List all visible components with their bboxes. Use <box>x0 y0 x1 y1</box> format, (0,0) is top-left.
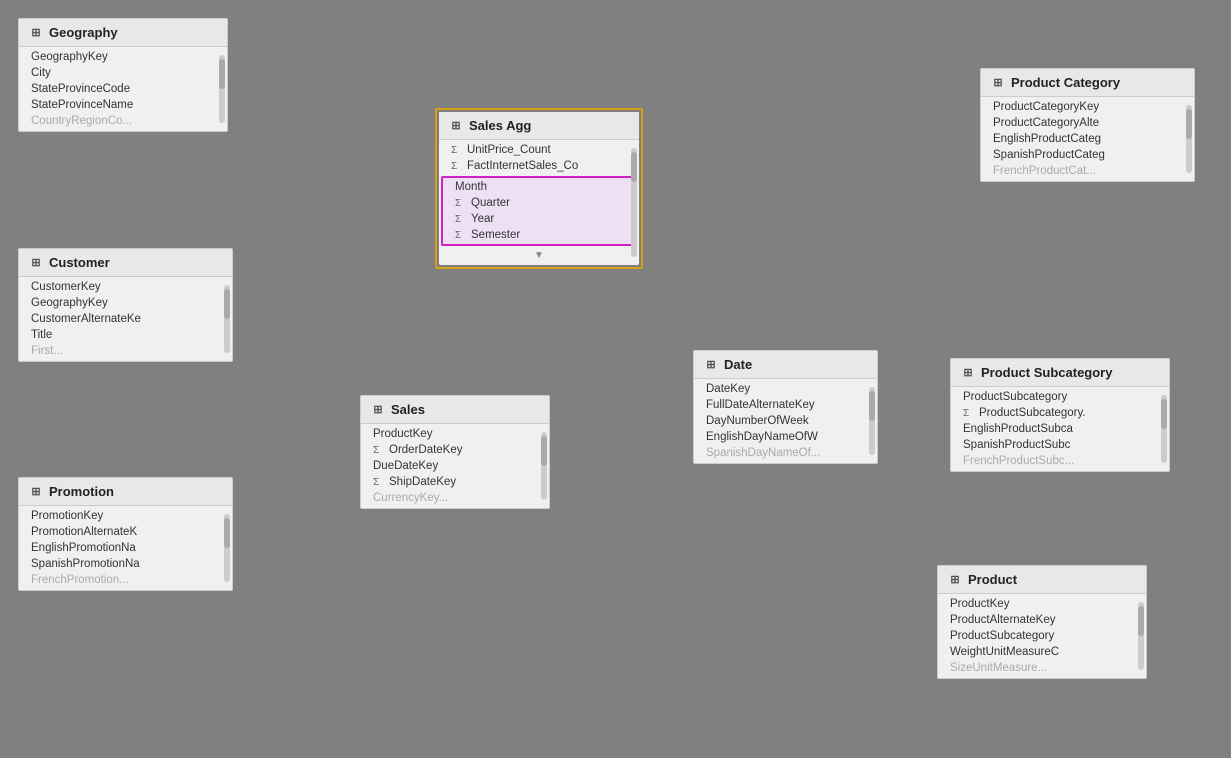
field-duedatekey: DueDateKey <box>361 458 549 474</box>
table-icon: ⊞ <box>704 358 718 372</box>
field-productkey: ProductKey <box>938 596 1146 612</box>
table-icon: ⊞ <box>948 573 962 587</box>
field-promotionkey: PromotionKey <box>19 508 232 524</box>
field-productsubcategory: ProductSubcategory <box>938 628 1146 644</box>
field-semester: Σ Semester <box>443 227 635 243</box>
table-icon: ⊞ <box>961 366 975 380</box>
customer-header: ⊞ Customer <box>19 249 232 277</box>
customer-body: CustomerKey GeographyKey CustomerAlterna… <box>19 277 232 361</box>
sales-agg-body: Σ UnitPrice_Count Σ FactInternetSales_Co… <box>439 140 639 265</box>
sigma-icon: Σ <box>451 145 463 156</box>
sales-table: ⊞ Sales ProductKey Σ OrderDateKey DueDat… <box>360 395 550 509</box>
field-productcategorykey: ProductCategoryKey <box>981 99 1194 115</box>
sigma-icon: Σ <box>455 214 467 225</box>
field-geographykey: GeographyKey <box>19 295 232 311</box>
sales-agg-header: ⊞ Sales Agg <box>439 112 639 140</box>
field-englishproductsubca: EnglishProductSubca <box>951 421 1169 437</box>
field-promotionalternate: PromotionAlternateK <box>19 524 232 540</box>
field-productsubcategoryalt: Σ ProductSubcategory. <box>951 405 1169 421</box>
sigma-icon: Σ <box>373 445 385 456</box>
geography-header: ⊞ Geography <box>19 19 227 47</box>
field-frenchpromotion: FrenchPromotion... <box>19 572 232 588</box>
geography-table: ⊞ Geography GeographyKey City StateProvi… <box>18 18 228 132</box>
product-category-body: ProductCategoryKey ProductCategoryAlte E… <box>981 97 1194 181</box>
field-weightunitmeasure: WeightUnitMeasureC <box>938 644 1146 660</box>
field-countryregion: CountryRegionCo... <box>19 113 227 129</box>
product-subcategory-table: ⊞ Product Subcategory ProductSubcategory… <box>950 358 1170 472</box>
field-frenchproductcat: FrenchProductCat... <box>981 163 1194 179</box>
field-unitprice-count: Σ UnitPrice_Count <box>439 142 639 158</box>
field-productkey: ProductKey <box>361 426 549 442</box>
field-englishpromotion: EnglishPromotionNa <box>19 540 232 556</box>
customer-table: ⊞ Customer CustomerKey GeographyKey Cust… <box>18 248 233 362</box>
date-body: DateKey FullDateAlternateKey DayNumberOf… <box>694 379 877 463</box>
promotion-table: ⊞ Promotion PromotionKey PromotionAltern… <box>18 477 233 591</box>
field-productsubcategorykey: ProductSubcategory <box>951 389 1169 405</box>
sales-body: ProductKey Σ OrderDateKey DueDateKey Σ S… <box>361 424 549 508</box>
field-shipdatekey: Σ ShipDateKey <box>361 474 549 490</box>
field-currencykey: CurrencyKey... <box>361 490 549 506</box>
product-subcategory-body: ProductSubcategory Σ ProductSubcategory.… <box>951 387 1169 471</box>
table-icon: ⊞ <box>29 256 43 270</box>
product-subcategory-header: ⊞ Product Subcategory <box>951 359 1169 387</box>
table-icon: ⊞ <box>371 403 385 417</box>
sigma-icon: Σ <box>455 230 467 241</box>
table-icon: ⊞ <box>29 26 43 40</box>
field-quarter: Σ Quarter <box>443 195 635 211</box>
product-category-table: ⊞ Product Category ProductCategoryKey Pr… <box>980 68 1195 182</box>
date-table: ⊞ Date DateKey FullDateAlternateKey DayN… <box>693 350 878 464</box>
table-icon: ⊞ <box>449 119 463 133</box>
field-fulldatealternate: FullDateAlternateKey <box>694 397 877 413</box>
product-header: ⊞ Product <box>938 566 1146 594</box>
sigma-icon: Σ <box>373 477 385 488</box>
field-orderdatekey: Σ OrderDateKey <box>361 442 549 458</box>
field-spanishpromotion: SpanishPromotionNa <box>19 556 232 572</box>
field-customerkey: CustomerKey <box>19 279 232 295</box>
field-geographykey: GeographyKey <box>19 49 227 65</box>
field-stateprovincename: StateProvinceName <box>19 97 227 113</box>
sigma-icon: Σ <box>455 198 467 209</box>
field-productalternatekey: ProductAlternateKey <box>938 612 1146 628</box>
field-month: Month <box>443 179 635 195</box>
field-englishdayname: EnglishDayNameOfW <box>694 429 877 445</box>
sales-agg-table: ⊞ Sales Agg Σ UnitPrice_Count Σ FactInte… <box>439 112 639 265</box>
sales-header: ⊞ Sales <box>361 396 549 424</box>
geography-body: GeographyKey City StateProvinceCode Stat… <box>19 47 227 131</box>
product-table: ⊞ Product ProductKey ProductAlternateKey… <box>937 565 1147 679</box>
field-customeralternate: CustomerAlternateKe <box>19 311 232 327</box>
field-englishproductcateg: EnglishProductCateg <box>981 131 1194 147</box>
product-body: ProductKey ProductAlternateKey ProductSu… <box>938 594 1146 678</box>
date-header: ⊞ Date <box>694 351 877 379</box>
field-sizeunitmeasure: SizeUnitMeasure... <box>938 660 1146 676</box>
field-year: Σ Year <box>443 211 635 227</box>
table-icon: ⊞ <box>991 76 1005 90</box>
field-daynumberofweek: DayNumberOfWeek <box>694 413 877 429</box>
sigma-icon: Σ <box>963 408 975 419</box>
promotion-header: ⊞ Promotion <box>19 478 232 506</box>
field-stateprovincecode: StateProvinceCode <box>19 81 227 97</box>
field-frenchproductsubc: FrenchProductSubc... <box>951 453 1169 469</box>
field-factinternet-count: Σ FactInternetSales_Co <box>439 158 639 174</box>
field-spanishproductcateg: SpanishProductCateg <box>981 147 1194 163</box>
table-icon: ⊞ <box>29 485 43 499</box>
field-city: City <box>19 65 227 81</box>
field-spanishdayname: SpanishDayNameOf... <box>694 445 877 461</box>
product-category-header: ⊞ Product Category <box>981 69 1194 97</box>
field-firstname: First... <box>19 343 232 359</box>
field-title: Title <box>19 327 232 343</box>
field-productcategoryalte: ProductCategoryAlte <box>981 115 1194 131</box>
field-spanishproductsubc: SpanishProductSubc <box>951 437 1169 453</box>
field-datekey: DateKey <box>694 381 877 397</box>
promotion-body: PromotionKey PromotionAlternateK English… <box>19 506 232 590</box>
sales-agg-wrapper: ⊞ Sales Agg Σ UnitPrice_Count Σ FactInte… <box>435 108 643 269</box>
sigma-icon: Σ <box>451 161 463 172</box>
